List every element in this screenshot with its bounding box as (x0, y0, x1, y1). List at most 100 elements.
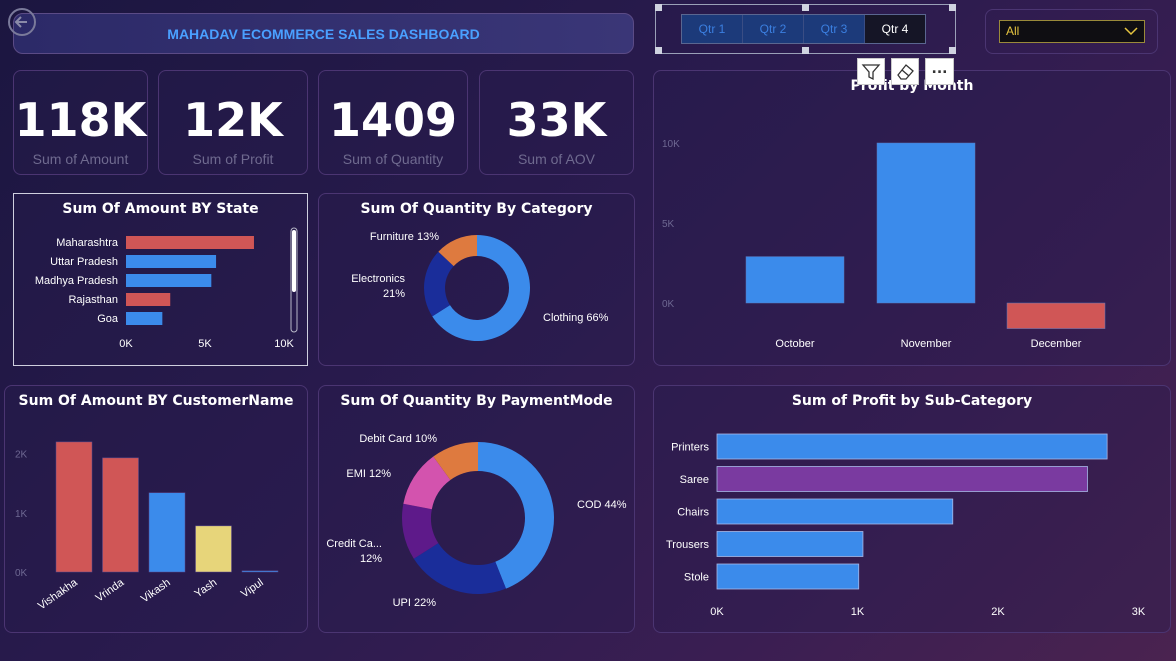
qtr-3-button[interactable]: Qtr 3 (804, 15, 865, 43)
bar-vrinda (102, 457, 139, 573)
state-bar-chart: Maharashtra Uttar Pradesh Madhya Pradesh Ra… (35, 227, 298, 350)
kpi-value: 12K (183, 93, 283, 147)
category-donut-chart: Clothing 66% Electronics 21% Furniture 13% (351, 231, 609, 341)
x-tick-label: December (1031, 338, 1082, 350)
dashboard-title-bar: MAHADAV ECOMMERCE SALES DASHBOARD (13, 13, 634, 54)
y-tick-label: 0K (662, 299, 675, 310)
bar-maharashtra (126, 236, 254, 249)
payment-donut-chart: COD 44% UPI 22% Credit Ca... 12% EMI 12% Debi… (326, 433, 627, 609)
filter-dropdown[interactable]: All (999, 20, 1145, 43)
bar-goa (126, 312, 163, 325)
x-tick-label: October (775, 338, 814, 350)
y-tick-label: 1K (15, 509, 28, 520)
qtr-1-button[interactable]: Qtr 1 (682, 15, 743, 43)
kpi-label: Sum of AOV (517, 151, 596, 167)
qtr-4-button[interactable]: Qtr 4 (865, 15, 925, 43)
bar-uttar-pradesh (126, 255, 217, 268)
chevron-down-icon (1124, 27, 1138, 36)
x-tick-label: Vikash (139, 577, 173, 606)
bar-december (1006, 302, 1106, 329)
x-tick-label: 5K (198, 338, 212, 350)
bar-vishakha (55, 441, 93, 573)
kpi-card-amount: 118K Sum of Amount (13, 70, 148, 175)
state-chart-card: Sum Of Amount BY State Maharashtra Uttar … (13, 193, 308, 366)
eraser-button[interactable] (891, 58, 919, 85)
y-tick-label: Rajasthan (68, 294, 118, 306)
y-tick-label: Trousers (666, 539, 709, 551)
kpi-value: 33K (506, 93, 607, 147)
bar-october (745, 256, 845, 304)
back-button[interactable] (8, 8, 36, 36)
x-tick-label: Yash (192, 577, 219, 601)
slice-label: Credit Ca... (326, 538, 382, 550)
slice-label: UPI 22% (393, 597, 437, 609)
x-tick-label: November (901, 338, 952, 350)
slice-label: 12% (360, 553, 382, 565)
y-tick-label: Goa (97, 313, 119, 325)
x-tick-label: 3K (1132, 606, 1146, 618)
bar-madhya-pradesh (126, 274, 212, 287)
customer-bar-chart: 2K 1K 0K Vishakha Vrinda Vikash Yash Vipul (15, 441, 279, 612)
slice-label: Clothing 66% (543, 312, 609, 324)
dashboard-title: MAHADAV ECOMMERCE SALES DASHBOARD (167, 26, 480, 42)
more-options-label: ... (931, 61, 948, 77)
bar-november (876, 142, 976, 304)
y-tick-label: 5K (662, 219, 675, 230)
bar-vikash (148, 492, 186, 573)
qtr-2-button[interactable]: Qtr 2 (743, 15, 804, 43)
y-tick-label: 2K (15, 450, 28, 461)
y-tick-label: Saree (680, 474, 709, 486)
slice-label: Electronics (351, 273, 405, 285)
kpi-label: Sum of Amount (32, 151, 129, 167)
y-tick-label: Stole (684, 572, 709, 584)
kpi-value: 118K (14, 93, 147, 147)
month-bar-chart: 10K 5K 0K October November December (662, 139, 1106, 350)
slice-label: 21% (383, 288, 405, 300)
bar-chairs (716, 498, 954, 525)
quarter-slicer: Qtr 1 Qtr 2 Qtr 3 Qtr 4 (681, 14, 926, 44)
x-tick-label: Vrinda (94, 576, 127, 604)
customer-chart-card: Sum Of Amount BY CustomerName 2K 1K 0K Vish… (4, 385, 308, 633)
y-tick-label: Printers (671, 442, 709, 454)
slice-label: Furniture 13% (370, 231, 439, 243)
more-options-button[interactable]: ... (925, 58, 954, 85)
y-tick-label: Madhya Pradesh (35, 275, 118, 287)
slice-label: COD 44% (577, 499, 627, 511)
x-tick-label: 2K (991, 606, 1005, 618)
subcategory-bar-chart: Printers Saree Chairs Trousers Stole 0K 1K 2K 3K (666, 433, 1146, 618)
kpi-card-quantity: 1409 Sum of Quantity (318, 70, 468, 175)
bar-rajasthan (126, 293, 171, 306)
month-chart-card: Profit by Month 10K5K0KOctoberNovemberDe… (653, 70, 1171, 366)
bar-printers (716, 433, 1108, 460)
bar-stole (716, 563, 860, 590)
x-tick-label: 10K (274, 338, 294, 350)
eraser-icon (897, 64, 914, 80)
kpi-label: Sum of Profit (192, 151, 274, 167)
subcategory-chart-card: Sum of Profit by Sub-Category Printers Sa… (653, 385, 1171, 633)
slice-label: EMI 12% (346, 468, 391, 480)
bar-yash (195, 525, 232, 573)
bar-vipul (241, 570, 279, 573)
filter-icon (861, 64, 881, 81)
x-tick-label: Vishakha (36, 576, 81, 612)
kpi-value: 1409 (328, 93, 458, 147)
y-tick-label: Maharashtra (56, 237, 119, 249)
bar-saree (716, 466, 1088, 492)
scrollbar-thumb (292, 230, 296, 292)
slice-2 (413, 543, 506, 594)
y-tick-label: 0K (15, 568, 28, 579)
kpi-card-profit: 12K Sum of Profit (158, 70, 308, 175)
category-chart-card: Sum Of Quantity By Category Clothing 66%… (318, 193, 635, 366)
y-tick-label: Chairs (677, 507, 709, 519)
filter-button[interactable] (857, 58, 885, 85)
y-tick-label: Uttar Pradesh (50, 256, 118, 268)
x-tick-label: 0K (119, 338, 133, 350)
back-arrow-icon (14, 16, 27, 28)
dropdown-value: All (1006, 24, 1020, 38)
payment-chart-card: Sum Of Quantity By PaymentMode COD 44% UP… (318, 385, 635, 633)
x-tick-label: Vipul (239, 577, 266, 601)
x-tick-label: 0K (710, 606, 724, 618)
bar-trousers (716, 531, 864, 557)
slice-label: Debit Card 10% (359, 433, 437, 445)
y-tick-label: 10K (662, 139, 680, 150)
